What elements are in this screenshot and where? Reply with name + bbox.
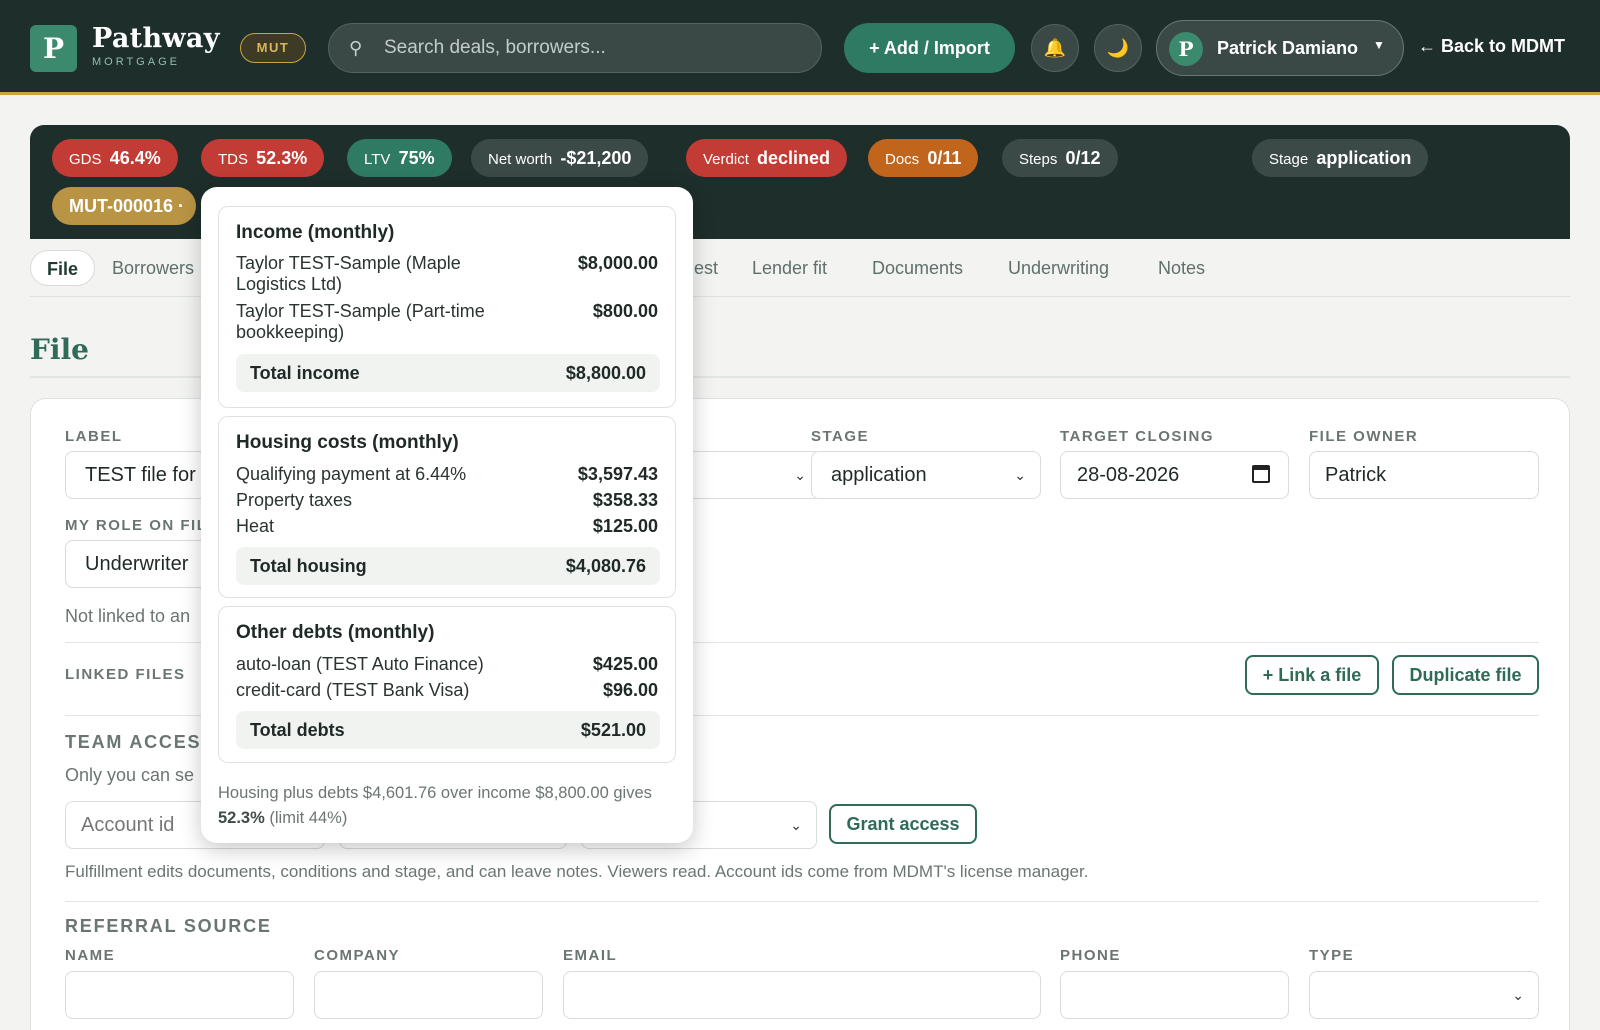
linked-files-label: LINKED FILES [65,666,186,683]
referral-phone-input[interactable] [1060,971,1289,1019]
housing-section: Housing costs (monthly) Qualifying payme… [218,416,676,598]
stage-badge[interactable]: Stage application [1252,139,1429,177]
income-heading: Income (monthly) [236,222,395,243]
file-owner-input[interactable]: Patrick [1309,451,1539,499]
chevron-down-icon: ⌄ [790,817,802,833]
back-to-mdmt-link[interactable]: ← Back to MDMT [1418,36,1565,57]
chevron-down-icon: ⌄ [1014,467,1026,483]
referral-type-select[interactable]: ⌄ [1309,971,1539,1019]
stage-field-label: STAGE [811,428,870,445]
link-file-button[interactable]: + Link a file [1245,655,1379,695]
search-input[interactable] [384,24,804,72]
dark-mode-icon[interactable]: 🌙 [1094,24,1142,72]
income-row: Taylor TEST-Sample (Maple Logistics Ltd)… [236,253,658,294]
total-housing-row: Total housing $4,080.76 [236,547,660,585]
referral-name-label: NAME [65,947,116,964]
housing-row: Qualifying payment at 6.44% $3,597.43 [236,464,658,484]
referral-name-input[interactable] [65,971,294,1019]
debts-heading: Other debts (monthly) [236,622,435,643]
file-id-badge: MUT-000016 · [52,187,197,225]
docs-badge[interactable]: Docs 0/11 [868,139,979,177]
debts-section: Other debts (monthly) auto-loan (TEST Au… [218,606,676,763]
tds-breakdown-popover: Income (monthly) Taylor TEST-Sample (Map… [201,187,693,843]
referral-company-label: COMPANY [314,947,401,964]
referral-company-input[interactable] [314,971,543,1019]
gds-badge[interactable]: GDS 46.4% [52,139,178,177]
housing-heading: Housing costs (monthly) [236,432,459,453]
debt-row: credit-card (TEST Bank Visa) $96.00 [236,680,658,700]
tab-borrowers[interactable]: Borrowers [112,250,194,286]
tds-summary-text: Housing plus debts $4,601.76 over income… [218,784,652,827]
team-access-heading: TEAM ACCESS [65,732,216,752]
steps-badge[interactable]: Steps 0/12 [1002,139,1118,177]
referral-source-heading: REFERRAL SOURCE [65,916,272,936]
grant-access-button[interactable]: Grant access [829,804,977,844]
target-closing-date-input[interactable]: 28-08-2026 [1060,451,1289,499]
referral-type-label: TYPE [1309,947,1355,964]
label-field-label: LABEL [65,428,123,445]
net-worth-badge[interactable]: Net worth -$21,200 [471,139,649,177]
chevron-down-icon: ⌄ [794,467,806,483]
housing-row: Heat $125.00 [236,516,658,536]
referral-email-label: EMAIL [563,947,618,964]
page-title: File [30,333,89,366]
income-row: Taylor TEST-Sample (Part-time bookkeepin… [236,301,658,342]
search-icon: ⚲ [349,38,363,58]
referral-email-input[interactable] [563,971,1041,1019]
brand-name: Pathway [92,23,220,54]
user-name: Patrick Damiano [1217,38,1359,58]
tab-file[interactable]: File [30,250,96,286]
avatar: P [1169,32,1203,66]
referral-phone-label: PHONE [1060,947,1121,964]
chevron-down-icon: ⌄ [1512,987,1524,1003]
user-menu[interactable]: P Patrick Damiano ▼ [1156,20,1404,76]
add-import-button[interactable]: + Add / Import [844,23,1015,73]
stage-select[interactable]: application ⌄ [811,451,1041,499]
total-debts-row: Total debts $521.00 [236,711,660,749]
chevron-down-icon: ▼ [1373,38,1385,52]
tab-underwriting[interactable]: Underwriting [1008,250,1109,286]
verdict-badge[interactable]: Verdict declined [686,139,848,177]
tab-interest[interactable]: est [694,250,718,286]
calendar-icon[interactable] [1252,465,1270,483]
file-owner-label: FILE OWNER [1309,428,1419,445]
environment-badge: MUT [240,33,306,63]
brand-subtitle: MORTGAGE [92,56,180,68]
income-section: Income (monthly) Taylor TEST-Sample (Map… [218,206,676,408]
top-bar: P Pathway MORTGAGE MUT ⚲ + Add / Import … [0,0,1600,95]
logo-icon: P [30,25,77,72]
duplicate-file-button[interactable]: Duplicate file [1392,655,1539,695]
my-role-label: MY ROLE ON FIL [65,517,208,534]
bell-icon[interactable]: 🔔 [1031,24,1079,72]
housing-row: Property taxes $358.33 [236,490,658,510]
total-income-row: Total income $8,800.00 [236,354,660,392]
team-access-note: Only you can se [65,765,195,785]
tab-lender-fit[interactable]: Lender fit [752,250,827,286]
tds-badge[interactable]: TDS 52.3% [201,139,325,177]
divider [65,901,1539,902]
search-box[interactable]: ⚲ [328,23,822,73]
tab-notes[interactable]: Notes [1158,250,1205,286]
target-closing-label: TARGET CLOSING [1060,428,1215,445]
tab-documents[interactable]: Documents [872,250,963,286]
ltv-badge[interactable]: LTV 75% [347,139,452,177]
link-status-text: Not linked to an [65,606,191,626]
debt-row: auto-loan (TEST Auto Finance) $425.00 [236,654,658,674]
fulfillment-note: Fulfillment edits documents, conditions … [65,862,1089,881]
